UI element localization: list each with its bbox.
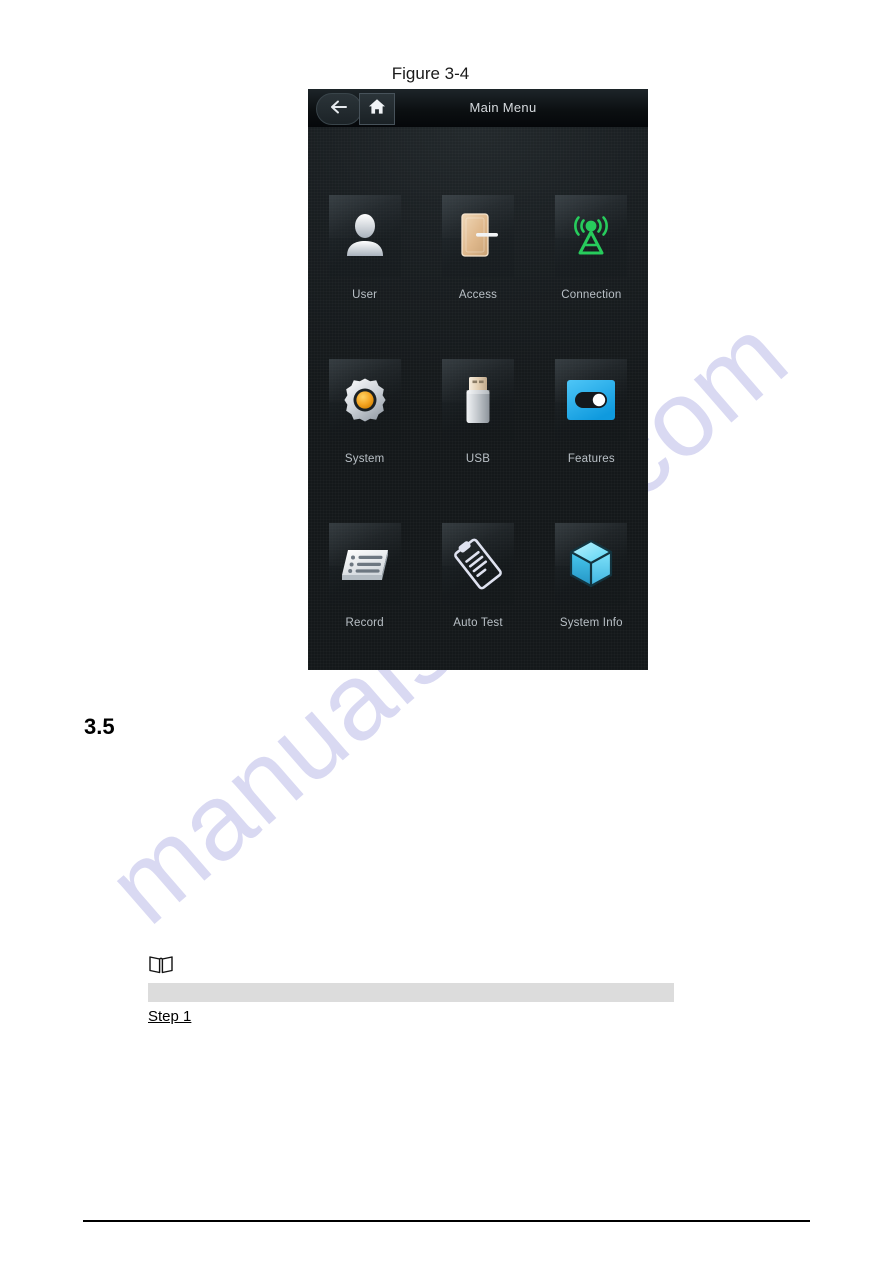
menu-item-record[interactable]: Record (308, 523, 421, 670)
system-info-tile[interactable] (555, 523, 628, 605)
back-arrow-icon (329, 99, 349, 120)
footer-divider (83, 1220, 810, 1222)
cube-3d-icon (570, 539, 613, 588)
menu-item-usb[interactable]: USB (421, 359, 534, 523)
home-icon (368, 98, 386, 120)
book-note-icon (148, 953, 174, 980)
menu-label-connection: Connection (561, 289, 622, 301)
gear-icon (344, 378, 386, 422)
menu-item-auto-test[interactable]: Auto Test (421, 523, 534, 670)
section-number: 3.5 (84, 714, 115, 739)
back-button[interactable] (316, 93, 362, 125)
record-list-icon (341, 550, 388, 580)
toggle-switch-icon (567, 380, 616, 420)
highlight-bar (148, 983, 674, 1002)
connection-tile[interactable] (555, 195, 628, 277)
menu-item-connection[interactable]: Connection (535, 195, 648, 359)
auto-test-tile[interactable] (441, 523, 514, 605)
figure-caption: Figure 3-4 (391, 64, 470, 83)
menu-item-user[interactable]: User (308, 195, 421, 359)
access-tile[interactable] (441, 195, 514, 277)
record-tile[interactable] (328, 523, 401, 605)
menu-label-access: Access (458, 289, 498, 301)
menu-item-system[interactable]: System (308, 359, 421, 523)
step-label: Step 1 (148, 1008, 192, 1025)
usb-tile[interactable] (441, 359, 514, 441)
device-header-bar: Main Menu (308, 89, 648, 127)
page-title: Main Menu (469, 100, 537, 115)
menu-label-record: Record (345, 617, 384, 629)
clipboard-test-icon (454, 538, 502, 590)
menu-item-access[interactable]: Access (421, 195, 534, 359)
menu-label-usb: USB (465, 453, 491, 465)
menu-label-auto-test: Auto Test (453, 617, 503, 629)
features-tile[interactable] (555, 359, 628, 441)
user-tile[interactable] (328, 195, 401, 277)
home-button[interactable] (359, 93, 395, 125)
menu-item-system-info[interactable]: System Info (535, 523, 648, 670)
usb-drive-icon (466, 377, 490, 423)
menu-label-system: System (344, 453, 385, 465)
system-tile[interactable] (328, 359, 401, 441)
menu-item-features[interactable]: Features (535, 359, 648, 523)
main-menu-grid: User Access Connection System USB Featur… (308, 127, 648, 670)
menu-label-user: User (352, 289, 378, 301)
user-silhouette-icon (346, 214, 383, 256)
menu-label-system-info: System Info (559, 617, 623, 629)
antenna-tower-icon (574, 216, 609, 255)
menu-label-features: Features (567, 453, 615, 465)
door-icon (461, 213, 498, 257)
device-screenshot: Main Menu User Access Connection System … (308, 89, 648, 670)
